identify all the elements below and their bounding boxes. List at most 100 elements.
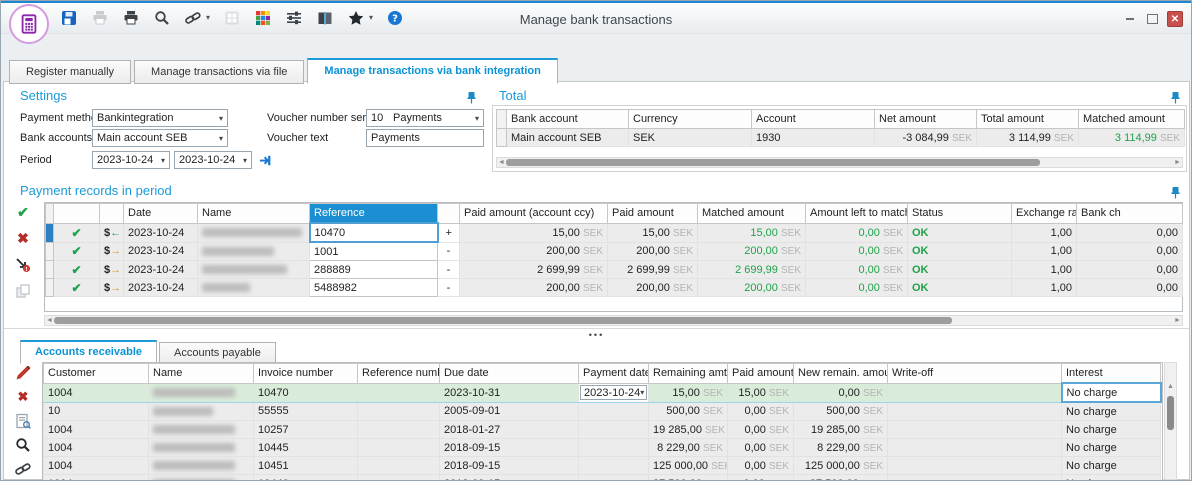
cell-remaining[interactable]: 8 229,00 SEK <box>649 439 728 457</box>
cell-exchange-rate[interactable]: 1,00 <box>1012 223 1077 242</box>
col-paid-amount[interactable]: Paid amount <box>608 204 698 224</box>
invoice-row[interactable]: 10 55555 2005-09-01 500,00 SEK 0,00 SEK … <box>44 402 1161 421</box>
unmatch-warning-icon[interactable]: ! <box>15 256 32 273</box>
total-currency[interactable]: SEK <box>629 129 752 147</box>
cell-date[interactable]: 2023-10-24 <box>124 279 198 297</box>
col-invoice-number[interactable]: Invoice number <box>254 364 358 384</box>
search-invoice-icon[interactable] <box>15 436 32 453</box>
col-bank-charge[interactable]: Bank ch <box>1077 204 1183 224</box>
payment-records-horizontal-scrollbar[interactable]: ◄ ► <box>44 315 1183 326</box>
cell-new-remaining[interactable]: 37 500,00 USD <box>794 475 888 481</box>
matched-check-icon[interactable]: ✔ <box>54 261 100 279</box>
cell-customer[interactable]: 10 <box>44 402 149 421</box>
cell-paid-amount[interactable]: 200,00 SEK <box>608 279 698 297</box>
cell-write-off[interactable] <box>888 475 1062 481</box>
total-bank-account[interactable]: Main account SEB <box>507 129 629 147</box>
col-matched-amount[interactable]: Matched amount <box>698 204 806 224</box>
invoice-row-selected[interactable]: 1004 10470 2023-10-31 2023-10-24▾ 15,00 … <box>44 383 1161 402</box>
cell-due-date[interactable]: 2018-09-15 <box>440 457 579 475</box>
cell-paid-account-ccy[interactable]: 200,00 SEK <box>460 279 608 297</box>
scroll-right-arrow[interactable]: ► <box>1173 316 1182 325</box>
cell-matched-amount[interactable]: 2 699,99 SEK <box>698 261 806 279</box>
cell-reference[interactable]: 1001 <box>310 242 438 261</box>
col-interest[interactable]: Interest <box>1062 364 1161 384</box>
voucher-series-select[interactable]: 10 Payments ▾ <box>366 109 484 127</box>
match-confirm-icon[interactable]: ✔ <box>15 204 32 221</box>
cell-invoice-number[interactable]: 10470 <box>254 383 358 402</box>
cell-paid-account-ccy[interactable]: 200,00 SEK <box>460 242 608 261</box>
total-row[interactable]: Main account SEB SEK 1930 -3 084,99 SEK … <box>497 129 1185 147</box>
cell-amount-left[interactable]: 0,00 SEK <box>806 279 908 297</box>
col-name[interactable]: Name <box>149 364 254 384</box>
cell-name-redacted[interactable] <box>149 402 254 421</box>
cell-interest[interactable]: No charge <box>1062 402 1161 421</box>
cell-due-date[interactable]: 2018-09-15 <box>440 439 579 457</box>
cell-name-redacted[interactable] <box>149 439 254 457</box>
cell-status[interactable]: OK <box>908 261 1012 279</box>
apply-period-button[interactable] <box>256 151 274 169</box>
cell-name-redacted[interactable] <box>198 261 310 279</box>
cell-bank-charge[interactable]: 0,00 <box>1077 279 1183 297</box>
cell-remaining[interactable]: 500,00 SEK <box>649 402 728 421</box>
cell-reference-number[interactable] <box>358 402 440 421</box>
cell-name-redacted[interactable] <box>149 383 254 402</box>
edit-pen-icon[interactable] <box>15 364 32 381</box>
period-from-select[interactable]: 2023-10-24▾ <box>92 151 170 169</box>
cell-interest[interactable]: No charge <box>1062 383 1161 402</box>
cell-status[interactable]: OK <box>908 223 1012 242</box>
cell-paid[interactable]: 0,00 USD <box>728 475 794 481</box>
cell-due-date[interactable]: 2023-10-31 <box>440 383 579 402</box>
cell-invoice-number[interactable]: 10446 <box>254 475 358 481</box>
cell-amount-left[interactable]: 0,00 SEK <box>806 242 908 261</box>
matched-check-icon[interactable]: ✔ <box>54 223 100 242</box>
cell-payment-date[interactable] <box>579 439 649 457</box>
cell-exchange-rate[interactable]: 1,00 <box>1012 279 1077 297</box>
col-name[interactable]: Name <box>198 204 310 224</box>
cell-reference[interactable]: 10470 <box>310 223 438 242</box>
col-reference-number[interactable]: Reference number <box>358 364 440 384</box>
col-amount-left[interactable]: Amount left to match <box>806 204 908 224</box>
cell-customer[interactable]: 1004 <box>44 383 149 402</box>
col-reference[interactable]: Reference <box>310 204 438 224</box>
cell-paid[interactable]: 0,00 SEK <box>728 439 794 457</box>
cell-reference-number[interactable] <box>358 457 440 475</box>
invoice-row[interactable]: 1004 10445 2018-09-15 8 229,00 SEK 0,00 … <box>44 439 1161 457</box>
col-total-amount[interactable]: Total amount <box>977 110 1079 129</box>
cell-reference-number[interactable] <box>358 439 440 457</box>
cell-reference[interactable]: 5488982 <box>310 279 438 297</box>
cell-paid[interactable]: 0,00 SEK <box>728 457 794 475</box>
cell-sign[interactable]: - <box>438 279 460 297</box>
matched-check-icon[interactable]: ✔ <box>54 279 100 297</box>
tab-register-manually[interactable]: Register manually <box>9 60 131 84</box>
cell-date[interactable]: 2023-10-24 <box>124 242 198 261</box>
cell-due-date[interactable]: 2005-09-01 <box>440 402 579 421</box>
app-logo-calculator-icon[interactable] <box>9 4 49 44</box>
cell-bank-charge[interactable]: 0,00 <box>1077 223 1183 242</box>
col-date[interactable]: Date <box>124 204 198 224</box>
row-selector[interactable] <box>46 261 54 279</box>
period-to-select[interactable]: 2023-10-24▾ <box>174 151 252 169</box>
scroll-left-arrow[interactable]: ◄ <box>45 316 54 325</box>
scroll-left-arrow[interactable]: ◄ <box>497 158 506 167</box>
cell-interest[interactable]: No charge <box>1062 457 1161 475</box>
cell-name-redacted[interactable] <box>149 421 254 439</box>
payment-row[interactable]: ✔ $→ 2023-10-24 288889 - 2 699,99 SEK 2 … <box>46 261 1183 279</box>
bank-accounts-select[interactable]: Main account SEB▾ <box>92 129 228 147</box>
payment-row[interactable]: ✔ $→ 2023-10-24 5488982 - 200,00 SEK 200… <box>46 279 1183 297</box>
col-account[interactable]: Account <box>752 110 875 129</box>
cell-amount-left[interactable]: 0,00 SEK <box>806 223 908 242</box>
total-total-amount[interactable]: 3 114,99 SEK <box>977 129 1079 147</box>
cell-bank-charge[interactable]: 0,00 <box>1077 261 1183 279</box>
tab-accounts-receivable[interactable]: Accounts receivable <box>20 340 157 364</box>
cell-new-remaining[interactable]: 125 000,00 SEK <box>794 457 888 475</box>
total-pin-icon[interactable] <box>1170 91 1181 104</box>
cell-paid-amount[interactable]: 2 699,99 SEK <box>608 261 698 279</box>
cell-paid-amount[interactable]: 200,00 SEK <box>608 242 698 261</box>
invoice-row[interactable]: 1004 10451 2018-09-15 125 000,00 SEK 0,0… <box>44 457 1161 475</box>
cell-name-redacted[interactable] <box>149 475 254 481</box>
cell-remaining[interactable]: 15,00 SEK <box>649 383 728 402</box>
cell-reference-number[interactable] <box>358 383 440 402</box>
cell-payment-date[interactable] <box>579 402 649 421</box>
cell-write-off[interactable] <box>888 402 1062 421</box>
cell-payment-date[interactable]: 2023-10-24▾ <box>579 383 649 402</box>
